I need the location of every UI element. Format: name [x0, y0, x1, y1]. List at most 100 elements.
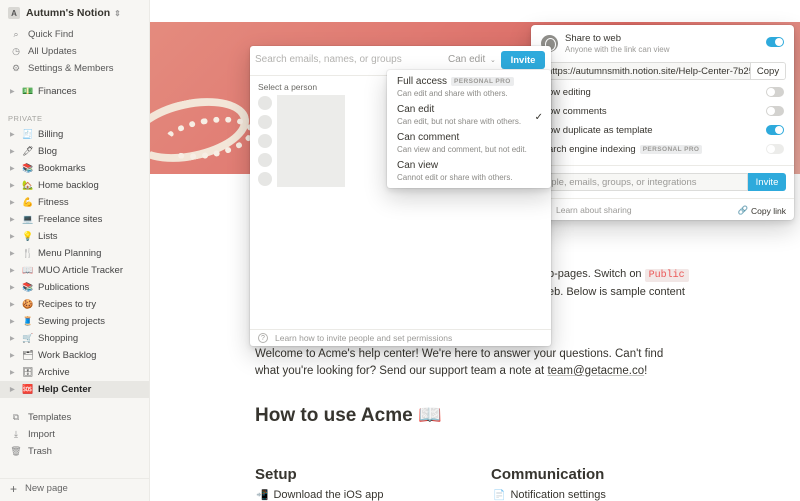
permission-option-can-view[interactable]: Can view Cannot edit or share with other…	[397, 160, 547, 182]
expand-triangle-icon[interactable]: ▶	[10, 267, 18, 274]
sidebar-item-sewing-projects[interactable]: ▶ 🧵 Sewing projects	[0, 313, 149, 330]
option-title: Can edit	[397, 104, 435, 115]
workspace-switcher[interactable]: A Autumn's Notion ⇕	[0, 2, 149, 24]
sidebar-item-blog[interactable]: ▶ 🖊 Blog	[0, 143, 149, 160]
expand-triangle-icon[interactable]: ▶	[10, 369, 18, 376]
settings-members[interactable]: ⚙ Settings & Members	[0, 60, 149, 77]
expand-triangle-icon[interactable]: ▶	[10, 165, 18, 172]
nav-label: Templates	[28, 412, 72, 423]
share-title: Share to web	[565, 32, 621, 44]
person-avatar-placeholder	[258, 96, 272, 110]
sidebar-item-menu-planning[interactable]: ▶ 🍴 Menu Planning	[0, 245, 149, 262]
expand-triangle-icon[interactable]: ▶	[10, 148, 18, 155]
permission-select[interactable]: Can edit ⌄	[448, 54, 496, 65]
expand-triangle-icon[interactable]: ▶	[10, 182, 18, 189]
sidebar-item-work-backlog[interactable]: ▶ 🗂 Work Backlog	[0, 347, 149, 364]
expand-triangle-icon[interactable]: ▶	[10, 88, 18, 95]
page-label: Shopping	[38, 333, 79, 344]
clock-icon: ◷	[12, 46, 20, 56]
share-to-web-toggle[interactable]	[766, 37, 784, 47]
select-person-label: Select a person	[258, 82, 318, 92]
share-invite-input[interactable]: ople, emails, groups, or integrations	[541, 173, 748, 191]
heading-setup[interactable]: Setup	[255, 466, 297, 483]
allow-comments-toggle[interactable]	[766, 106, 784, 116]
expand-triangle-icon[interactable]: ▶	[10, 352, 18, 359]
copy-url-button[interactable]: Copy	[750, 63, 785, 79]
permission-option-full-access[interactable]: Full access PERSONAL PRO Can edit and sh…	[397, 76, 547, 98]
expand-triangle-icon[interactable]: ▶	[10, 233, 18, 240]
page-emoji-icon: 🏡	[22, 180, 34, 190]
page-emoji-icon: 💻	[22, 214, 34, 224]
page-emoji-icon: 🗂	[22, 350, 34, 360]
expand-triangle-icon[interactable]: ▶	[10, 335, 18, 342]
sidebar-item-bookmarks[interactable]: ▶ 📚 Bookmarks	[0, 160, 149, 177]
page-label: Recipes to try	[38, 299, 97, 310]
templates[interactable]: ⧉ Templates	[0, 409, 149, 426]
person-avatar-placeholder	[258, 134, 272, 148]
sidebar-item-recipes-to-try[interactable]: ▶ 🍪 Recipes to try	[0, 296, 149, 313]
page-label: Finances	[38, 86, 77, 97]
page-emoji-icon: 💵	[22, 86, 34, 96]
search-indexing-row: arch engine indexing PERSONAL PRO	[531, 142, 794, 156]
check-icon: ✓	[534, 112, 543, 123]
page-label: MUO Article Tracker	[38, 265, 123, 276]
trash[interactable]: 🗑 Trash	[0, 443, 149, 460]
sidebar-item-finances[interactable]: ▶ 💵 Finances	[0, 83, 149, 100]
all-updates[interactable]: ◷ All Updates	[0, 43, 149, 60]
sidebar-item-lists[interactable]: ▶ 💡 Lists	[0, 228, 149, 245]
expand-triangle-icon[interactable]: ▶	[10, 199, 18, 206]
search-icon: ⌕	[13, 29, 19, 39]
option-desc: Can edit, but not share with others.	[397, 117, 522, 126]
permission-option-can-edit[interactable]: Can edit Can edit, but not share with ot…	[397, 104, 547, 126]
page-emoji-icon: 🧾	[22, 129, 34, 139]
invite-search-input[interactable]: Search emails, names, or groups	[255, 54, 402, 65]
expand-triangle-icon[interactable]: ▶	[10, 250, 18, 257]
expand-triangle-icon[interactable]: ▶	[10, 131, 18, 138]
sidebar-item-archive[interactable]: ▶ 🗄 Archive	[0, 364, 149, 381]
callout-text: b-pages. Switch on Public eb. Below is s…	[548, 266, 689, 301]
allow-editing-toggle[interactable]	[766, 87, 784, 97]
expand-triangle-icon[interactable]: ▶	[10, 284, 18, 291]
sidebar-item-home-backlog[interactable]: ▶ 🏡 Home backlog	[0, 177, 149, 194]
expand-triangle-icon[interactable]: ▶	[10, 301, 18, 308]
learn-sharing-link[interactable]: Learn about sharing	[541, 205, 632, 215]
sidebar-item-muo-article-tracker[interactable]: ▶ 📖 MUO Article Tracker	[0, 262, 149, 279]
heading-communication[interactable]: Communication	[491, 466, 604, 483]
person-avatar-placeholder	[258, 115, 272, 129]
link-notification-settings[interactable]: 📄 Notification settings	[493, 489, 606, 501]
copy-link-button[interactable]: 🔗 Copy link	[737, 205, 786, 216]
share-panel: Share to web Anyone with the link can vi…	[531, 25, 794, 220]
heading-how-to-use[interactable]: How to use Acme 📖	[255, 403, 442, 427]
sidebar-item-publications[interactable]: ▶ 📚 Publications	[0, 279, 149, 296]
divider	[531, 165, 794, 166]
page-label: Menu Planning	[38, 248, 102, 259]
page-label: Home backlog	[38, 180, 99, 191]
templates-icon: ⧉	[12, 412, 20, 422]
expand-triangle-icon[interactable]: ▶	[10, 216, 18, 223]
expand-triangle-icon[interactable]: ▶	[10, 318, 18, 325]
invite-button[interactable]: Invite	[501, 51, 545, 69]
sidebar-item-shopping[interactable]: ▶ 🛒 Shopping	[0, 330, 149, 347]
welcome-paragraph[interactable]: Welcome to Acme's help center! We're her…	[255, 346, 685, 380]
callout-line1: b-pages. Switch on	[548, 268, 645, 280]
share-invite-button[interactable]: Invite	[748, 173, 786, 191]
sidebar-item-freelance-sites[interactable]: ▶ 💻 Freelance sites	[0, 211, 149, 228]
search-indexing-toggle[interactable]	[766, 144, 784, 154]
permission-option-can-comment[interactable]: Can comment Can view and comment, but no…	[397, 132, 547, 154]
invite-footer-link[interactable]: ? Learn how to invite people and set per…	[250, 329, 551, 346]
share-url-field[interactable]: https://autumnsmith.notion.site/Help-Cen…	[541, 62, 786, 80]
quick-find[interactable]: ⌕ Quick Find	[0, 26, 149, 43]
link-download-ios[interactable]: 📲 Download the iOS app	[256, 489, 384, 501]
sidebar-item-billing[interactable]: ▶ 🧾 Billing	[0, 126, 149, 143]
sidebar-item-fitness[interactable]: ▶ 💪 Fitness	[0, 194, 149, 211]
nav-label: All Updates	[28, 46, 77, 57]
allow-duplicate-toggle[interactable]	[766, 125, 784, 135]
import[interactable]: ⤓ Import	[0, 426, 149, 443]
email-link[interactable]: team@getacme.co	[547, 365, 644, 377]
sidebar-item-help-center[interactable]: ▶ 🆘 Help Center	[0, 381, 149, 398]
page-emoji-icon: 📚	[22, 282, 34, 292]
expand-triangle-icon[interactable]: ▶	[10, 386, 18, 393]
invite-footer-label: Learn how to invite people and set permi…	[275, 333, 453, 343]
new-page-button[interactable]: + New page	[0, 478, 149, 498]
sidebar-bottom-nav: ⧉ Templates ⤓ Import 🗑 Trash	[0, 409, 149, 460]
